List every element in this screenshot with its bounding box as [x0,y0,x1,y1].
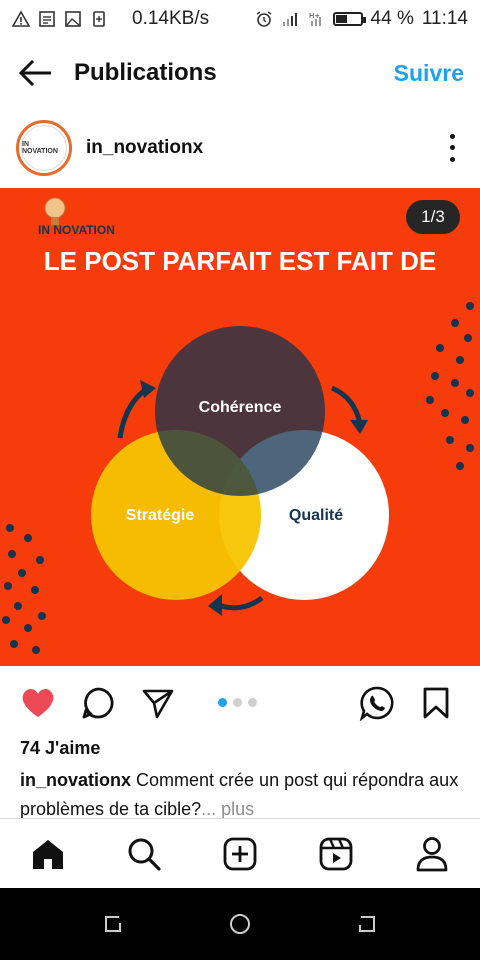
carousel-dot [248,698,257,707]
alarm-icon [256,11,271,27]
warning-icon [12,10,30,27]
sim-icon [93,11,105,27]
venn-label-strategie: Stratégie [126,507,195,524]
nav-create[interactable] [192,819,288,889]
network-speed: 0.14KB/s [132,8,210,29]
system-navigation-bar [0,888,480,960]
search-icon [128,838,161,871]
share-button[interactable] [138,678,178,728]
like-button[interactable] [18,678,58,728]
recents-icon [105,916,122,932]
bookmark-button[interactable] [416,678,456,728]
share-icon [142,689,174,719]
avatar[interactable]: IN NOVATION [16,120,72,176]
post-graphic: IN NOVATION LE POST PARFAIT EST FAIT DE … [2,197,474,654]
status-right: H+ 44 % 11:14 [255,8,468,30]
arrow-left-icon [18,59,51,87]
lightbulb-logo-icon [44,197,66,225]
home-system-button[interactable] [220,904,260,944]
status-left-icons [12,10,108,28]
home-circle-icon [229,914,250,934]
signal-icon [282,13,297,26]
nav-search[interactable] [96,819,192,889]
whatsapp-button[interactable] [357,678,397,728]
back-system-button[interactable] [347,904,387,944]
whatsapp-icon [359,686,394,721]
image-headline: LE POST PARFAIT EST FAIT DE [44,246,436,276]
home-icon [33,839,63,869]
venn-label-coherence: Cohérence [199,399,282,416]
clock: 11:14 [421,8,468,29]
image-icon [65,11,81,27]
more-options-button[interactable] [440,131,464,165]
heart-icon [22,688,54,717]
post-caption: in_novationx Comment crée un post qui ré… [20,766,460,820]
follow-button[interactable]: Suivre [394,60,464,87]
venn-label-qualite: Qualité [289,507,343,524]
comment-icon [82,687,114,719]
decorative-dots-left [2,524,46,654]
carousel-indicator [218,698,257,707]
status-bar: 0.14KB/s H+ 44 % 11:14 [0,0,480,38]
likes-count[interactable]: 74 J'aime [20,738,100,759]
nav-home[interactable] [0,819,96,889]
caption-more-link[interactable]: ... plus [201,799,254,819]
create-icon [223,837,257,870]
message-icon [39,11,55,27]
post-image[interactable]: IN NOVATION LE POST PARFAIT EST FAIT DE … [0,188,480,666]
back-icon [358,916,375,932]
image-logo-text: IN NOVATION [38,223,115,237]
battery-percent: 44 % [370,8,414,29]
app-header: Publications Suivre [0,40,480,106]
bookmark-icon [423,687,449,719]
carousel-dot [233,698,242,707]
comment-button[interactable] [78,678,118,728]
carousel-dot-active [218,698,227,707]
nav-reels[interactable] [288,819,384,889]
avatar-logo: IN NOVATION [21,125,67,171]
svg-text:H+: H+ [309,12,320,20]
back-button[interactable] [16,53,56,93]
more-dots-icon [449,134,455,140]
recents-button[interactable] [93,904,133,944]
reels-icon [319,837,353,870]
data-icon: H+ [309,12,321,26]
post-username[interactable]: in_novationx [86,137,203,159]
page-title: Publications [74,59,217,86]
post-header: IN NOVATION in_novationx [0,112,480,184]
decorative-dots-right [426,302,474,470]
bottom-navigation [0,818,480,888]
profile-icon [416,836,448,871]
carousel-page-counter: 1/3 [406,200,460,234]
caption-username[interactable]: in_novationx [20,770,131,790]
nav-profile[interactable] [384,819,480,889]
battery-icon [332,12,366,26]
